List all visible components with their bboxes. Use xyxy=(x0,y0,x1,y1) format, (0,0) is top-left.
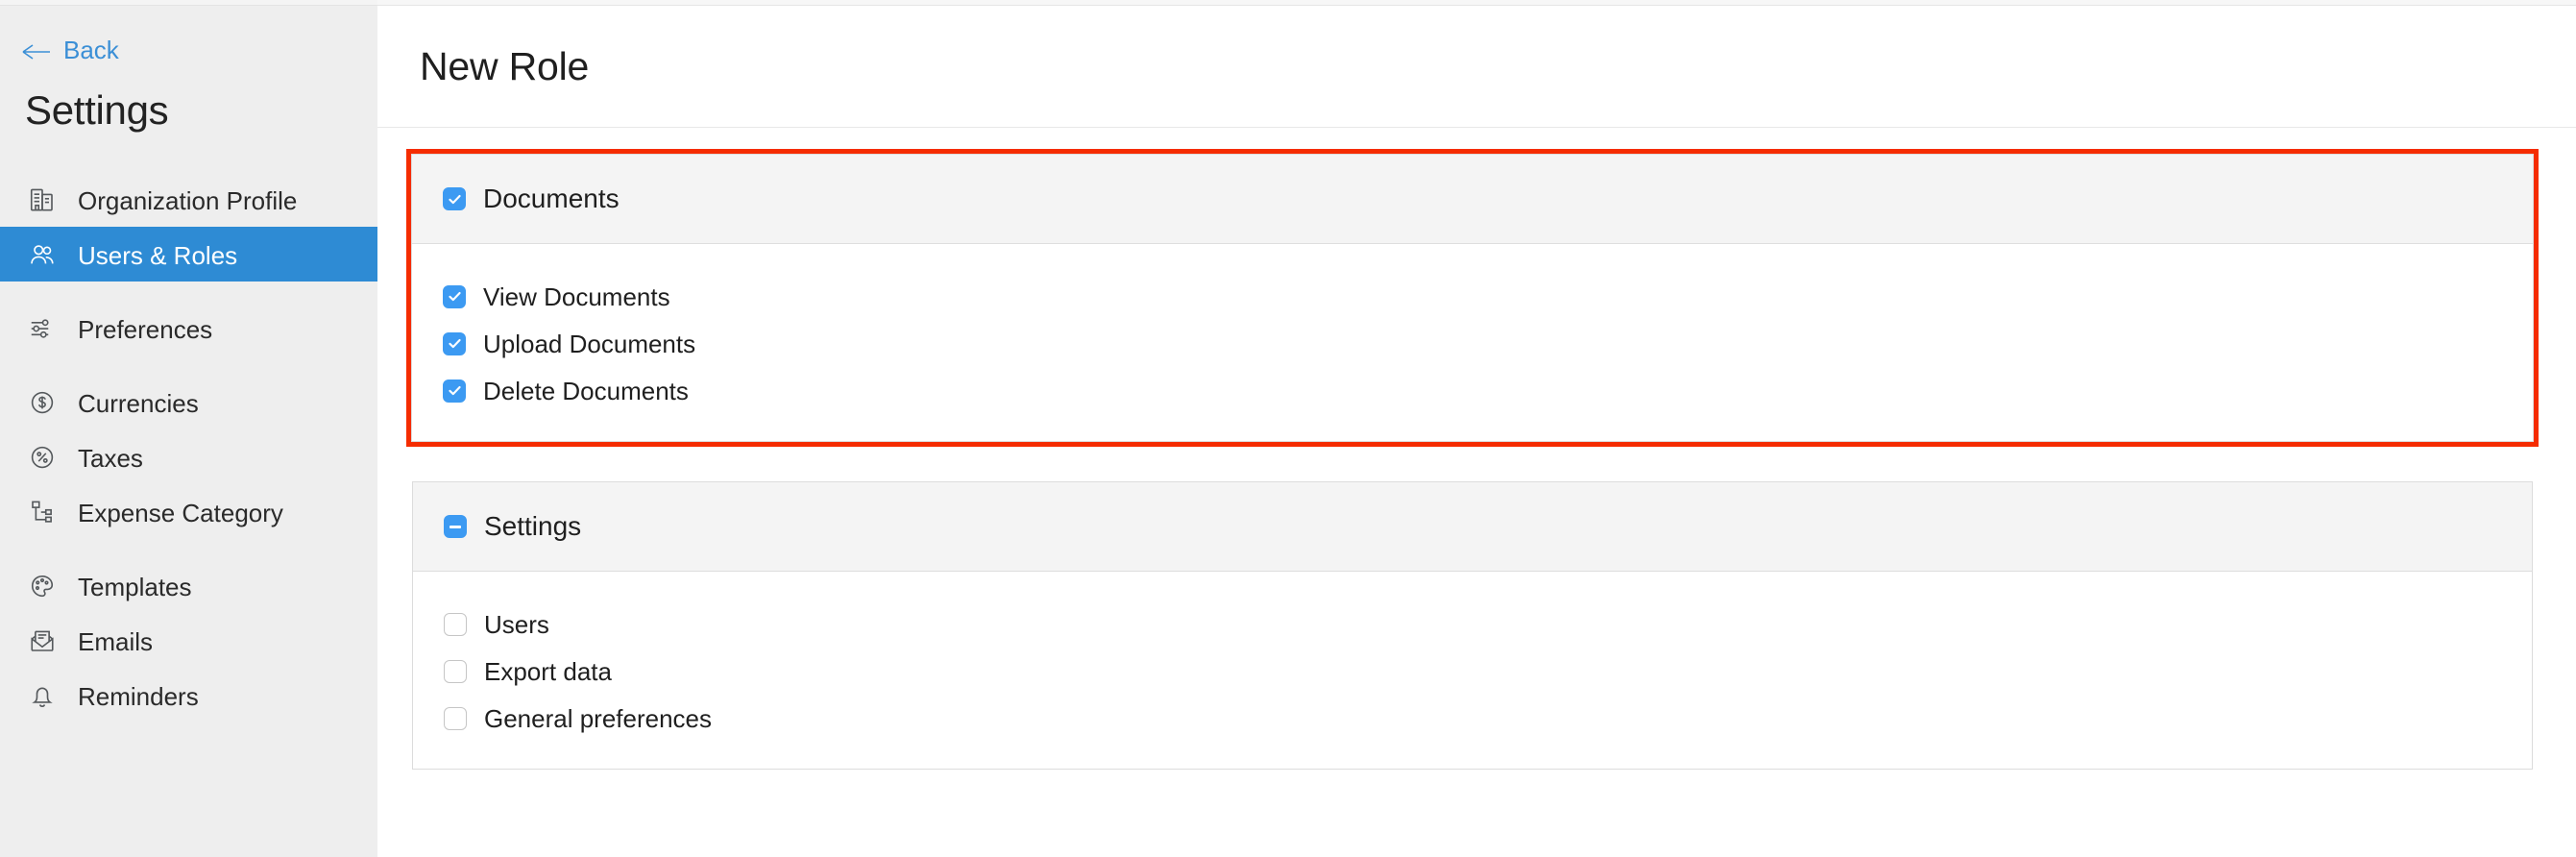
checkbox-export-data[interactable] xyxy=(444,659,467,683)
page-header: New Role xyxy=(377,6,2576,128)
dollar-circle-icon xyxy=(26,386,59,419)
sidebar-item-emails[interactable]: Emails xyxy=(0,613,377,668)
sidebar-item-preferences[interactable]: Preferences xyxy=(0,301,377,355)
permission-label: General preferences xyxy=(484,703,713,733)
checkbox-view-documents[interactable] xyxy=(443,284,466,308)
checkbox-settings[interactable] xyxy=(444,515,467,538)
permission-label: Upload Documents xyxy=(483,329,696,358)
permissions-content: Documents View Documents Upload Document… xyxy=(377,128,2576,770)
sidebar-item-label: Taxes xyxy=(78,443,143,473)
highlight-outline-documents: Documents View Documents Upload Document… xyxy=(406,149,2539,447)
permission-section-header: Documents xyxy=(412,155,2533,244)
permission-section-title: Settings xyxy=(484,511,582,541)
sidebar-item-label: Emails xyxy=(78,626,154,656)
sidebar-item-label: Templates xyxy=(78,572,192,601)
sidebar-item-templates[interactable]: Templates xyxy=(0,558,377,613)
sidebar-title: Settings xyxy=(25,87,169,133)
envelope-icon xyxy=(26,624,59,657)
checkbox-upload-documents[interactable] xyxy=(443,331,466,355)
sidebar-item-label: Preferences xyxy=(78,314,213,344)
sliders-icon xyxy=(26,312,59,345)
back-button[interactable]: Back xyxy=(0,6,377,62)
sidebar-item-label: Users & Roles xyxy=(78,240,238,270)
permission-row[interactable]: Delete Documents xyxy=(443,377,2533,404)
sidebar-item-users-and-roles[interactable]: Users & Roles xyxy=(0,227,377,282)
sidebar-item-label: Reminders xyxy=(78,681,199,711)
nav-group-preferences: Preferences xyxy=(0,301,377,355)
percent-circle-icon xyxy=(26,441,59,474)
settings-page: Back Settings Organization Profile Users… xyxy=(0,0,2576,857)
arrow-left-icon xyxy=(22,40,51,60)
bell-icon xyxy=(26,679,59,712)
check-icon xyxy=(448,291,461,302)
checkbox-users[interactable] xyxy=(444,612,467,636)
permission-label: Export data xyxy=(484,656,612,686)
checkbox-general-preferences[interactable] xyxy=(444,706,467,730)
sidebar-item-expense-category[interactable]: Expense Category xyxy=(0,484,377,539)
check-icon xyxy=(448,385,461,396)
settings-nav: Organization Profile Users & Roles Prefe… xyxy=(0,172,377,722)
permission-section-documents: Documents View Documents Upload Document… xyxy=(411,154,2534,442)
permission-label: Delete Documents xyxy=(483,376,689,405)
check-icon xyxy=(448,338,461,349)
permission-row[interactable]: Export data xyxy=(444,657,2532,685)
permission-section-wrap-settings: Settings Users Export data General prefe… xyxy=(412,481,2533,770)
permission-row[interactable]: Users xyxy=(444,610,2532,638)
settings-sidebar: Back Settings Organization Profile Users… xyxy=(0,0,377,857)
permission-row[interactable]: View Documents xyxy=(443,282,2533,310)
sidebar-item-label: Currencies xyxy=(78,388,199,418)
sidebar-item-currencies[interactable]: Currencies xyxy=(0,375,377,429)
sidebar-item-reminders[interactable]: Reminders xyxy=(0,668,377,722)
nav-group-finance: Currencies Taxes Expense Category xyxy=(0,375,377,539)
building-icon xyxy=(26,184,59,216)
permission-section-body: Users Export data General preferences xyxy=(413,572,2532,769)
minus-icon xyxy=(450,525,461,528)
permission-section-body: View Documents Upload Documents Delete D… xyxy=(412,244,2533,441)
sidebar-item-label: Organization Profile xyxy=(78,185,298,215)
sidebar-item-taxes[interactable]: Taxes xyxy=(0,429,377,484)
sidebar-item-organization-profile[interactable]: Organization Profile xyxy=(0,172,377,227)
permission-label: Users xyxy=(484,609,549,639)
back-button-label: Back xyxy=(63,36,119,64)
permission-section-settings: Settings Users Export data General prefe… xyxy=(412,481,2533,770)
nav-group-communication: Templates Emails Reminders xyxy=(0,558,377,722)
check-icon xyxy=(448,194,461,204)
permission-section-header: Settings xyxy=(413,482,2532,572)
checkbox-documents[interactable] xyxy=(443,187,466,210)
nav-group-organization: Organization Profile Users & Roles xyxy=(0,172,377,282)
checkbox-delete-documents[interactable] xyxy=(443,379,466,403)
palette-icon xyxy=(26,570,59,602)
main-content: New Role Documents View Documents Upload… xyxy=(377,0,2576,857)
permission-row[interactable]: General preferences xyxy=(444,704,2532,732)
sidebar-item-label: Expense Category xyxy=(78,498,283,527)
permission-row[interactable]: Upload Documents xyxy=(443,330,2533,357)
users-icon xyxy=(26,238,59,271)
hierarchy-icon xyxy=(26,496,59,528)
permission-label: View Documents xyxy=(483,282,670,311)
page-title: New Role xyxy=(420,43,590,88)
permission-section-title: Documents xyxy=(483,184,620,213)
